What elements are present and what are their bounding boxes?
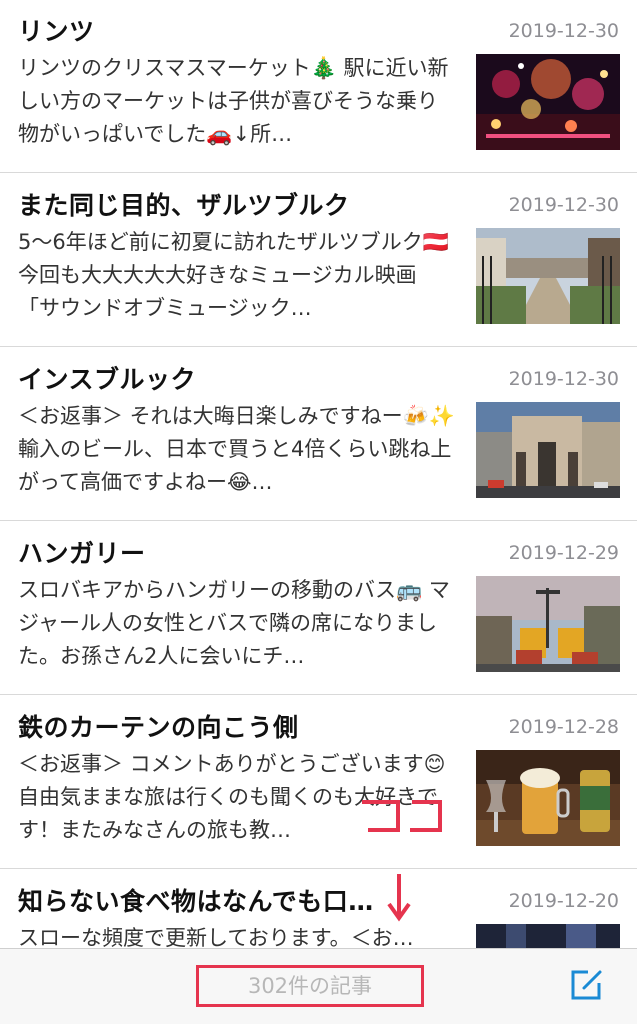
article-date: 2019-12-29 <box>508 542 619 564</box>
article-list-screen: リンツ 2019-12-30 リンツのクリスマスマーケット🎄 駅に近い新しい方の… <box>0 0 637 1024</box>
article-date: 2019-12-20 <box>508 890 619 912</box>
article-title: リンツ <box>18 17 95 46</box>
article-title: また同じ目的、ザルツブルク <box>18 191 350 220</box>
article-excerpt: リンツのクリスマスマーケット🎄 駅に近い新しい方のマーケットは子供が喜びそうな乗… <box>18 56 449 146</box>
article-thumbnail <box>476 576 620 672</box>
article-title: インスブルック <box>18 365 197 394</box>
article-excerpt: ＜お返事＞ それは大晦日楽しみですねー🍻✨ 輸入のビール、日本で買うと4倍くらい… <box>18 404 455 494</box>
article-row[interactable]: 鉄のカーテンの向こう側 2019-12-28 ＜お返事＞ コメントありがとうござ… <box>0 696 637 869</box>
bottom-toolbar: 302件の記事 <box>0 948 637 1024</box>
article-row[interactable]: インスブルック 2019-12-30 ＜お返事＞ それは大晦日楽しみですねー🍻✨… <box>0 348 637 521</box>
article-date: 2019-12-30 <box>508 20 619 42</box>
article-date: 2019-12-30 <box>508 194 619 216</box>
article-thumbnail <box>476 402 620 498</box>
article-excerpt: ＜お返事＞ コメントありがとうございます😊 自由気ままな旅は行くのも聞くのも大好… <box>18 752 446 842</box>
article-title: 知らない食べ物はなんでも口… <box>18 887 374 916</box>
article-row[interactable]: ハンガリー 2019-12-29 スロバキアからハンガリーの移動のバス🚌 マジャ… <box>0 522 637 695</box>
article-date: 2019-12-28 <box>508 716 619 738</box>
article-excerpt: 5〜6年ほど前に初夏に訪れたザルツブルク🇦🇹 今回も大大大大大好きなミュージカル… <box>18 230 449 320</box>
article-thumbnail <box>476 750 620 846</box>
compose-icon[interactable] <box>568 967 604 1003</box>
article-row[interactable]: また同じ目的、ザルツブルク 2019-12-30 5〜6年ほど前に初夏に訪れたザ… <box>0 174 637 347</box>
article-thumbnail <box>476 228 620 324</box>
article-row[interactable]: リンツ 2019-12-30 リンツのクリスマスマーケット🎄 駅に近い新しい方の… <box>0 0 637 173</box>
article-count-label: 302件の記事 <box>196 965 424 1007</box>
article-excerpt: スロバキアからハンガリーの移動のバス🚌 マジャール人の女性とバスで隣の席になりま… <box>18 578 450 668</box>
article-thumbnail <box>476 54 620 150</box>
article-title: ハンガリー <box>18 539 146 568</box>
article-date: 2019-12-30 <box>508 368 619 390</box>
article-title: 鉄のカーテンの向こう側 <box>18 713 299 742</box>
